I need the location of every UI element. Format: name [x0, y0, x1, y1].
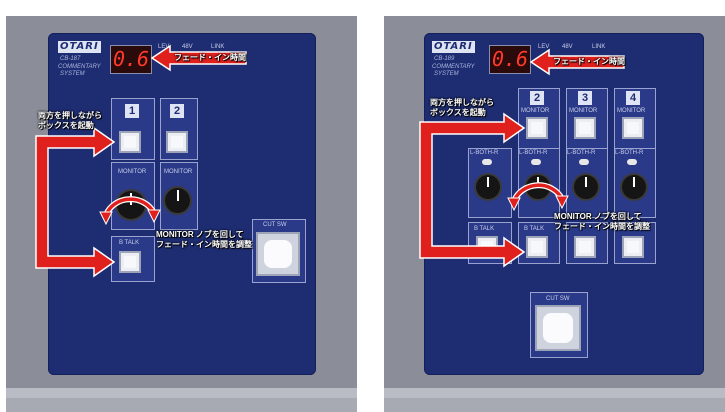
- start-callout-line-2: ボックスを起動: [430, 108, 486, 117]
- start-callout-line-2: ボックスを起動: [38, 121, 94, 130]
- start-callout-line-1: 両方を押しながら: [430, 98, 494, 107]
- start-callout-line-1: 両方を押しながら: [38, 111, 102, 120]
- right-panel: OTARI CB-189 COMMENTARY SYSTEM 0.6 LEV 4…: [368, 0, 725, 412]
- knob-callout-line-1: MONITOR ノブを回して: [554, 212, 642, 221]
- left-panel: OTARI CB-187 COMMENTARY SYSTEM 0.6 LEV 4…: [0, 0, 357, 412]
- knob-callout-line-2: フェード・イン時間を調整: [554, 222, 650, 231]
- fade-time-callout: フェード・イン時間: [174, 53, 246, 62]
- knob-callout-line-1: MONITOR ノブを回して: [156, 230, 244, 239]
- knob-callout-line-2: フェード・イン時間を調整: [156, 240, 252, 249]
- start-bracket-arrow: [419, 112, 526, 268]
- right-arrow-overlay: [419, 48, 625, 268]
- fade-time-callout: フェード・イン時間: [553, 57, 625, 66]
- start-bracket-arrow: [35, 126, 116, 278]
